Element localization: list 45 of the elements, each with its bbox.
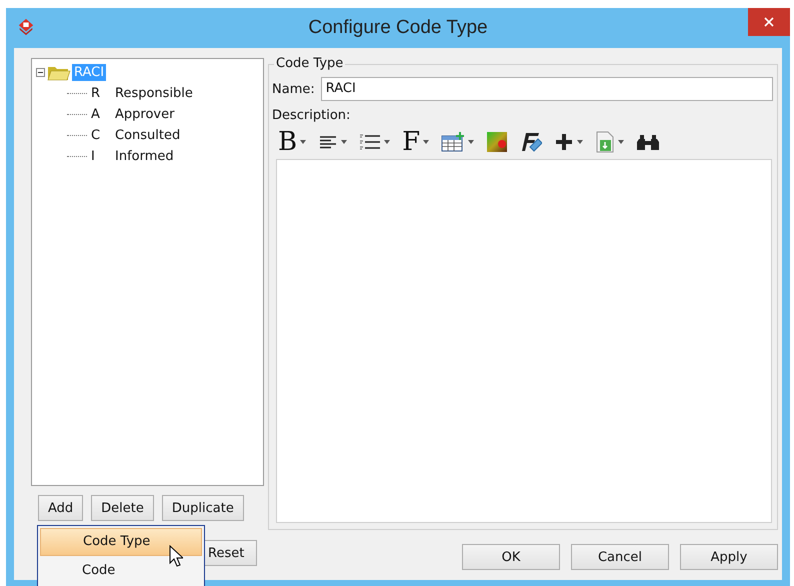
caret-icon[interactable] bbox=[300, 140, 306, 144]
dialog-button[interactable]: Apply bbox=[680, 544, 778, 570]
clear-format-icon[interactable] bbox=[520, 131, 542, 153]
font-style-button[interactable]: B bbox=[278, 128, 298, 156]
tree-item[interactable]: Consulted bbox=[113, 127, 182, 144]
color-picker-icon[interactable] bbox=[486, 131, 508, 153]
caret-icon[interactable] bbox=[618, 140, 624, 144]
plus-icon[interactable] bbox=[554, 132, 574, 152]
code-letter: R bbox=[91, 86, 102, 101]
collapse-icon[interactable] bbox=[36, 68, 45, 77]
app-logo-icon bbox=[17, 18, 35, 36]
code-letter: A bbox=[91, 107, 101, 122]
code-letter: I bbox=[91, 149, 96, 164]
caret-icon[interactable] bbox=[423, 140, 430, 144]
list-icon[interactable] bbox=[359, 133, 382, 151]
binoculars-icon[interactable] bbox=[636, 133, 660, 151]
tree-button[interactable]: Add bbox=[38, 495, 84, 521]
name-label: Name: bbox=[272, 82, 315, 96]
caret-icon[interactable] bbox=[341, 140, 348, 144]
reset-button[interactable]: Reset bbox=[203, 540, 257, 566]
align-icon[interactable] bbox=[318, 134, 338, 150]
group-title: Code Type bbox=[274, 56, 346, 71]
tree-button[interactable]: Delete bbox=[91, 495, 154, 521]
font-style-button[interactable]: F bbox=[402, 128, 420, 156]
name-field[interactable]: RACI bbox=[320, 77, 773, 101]
dialog-button[interactable]: OK bbox=[462, 544, 560, 570]
tree-item[interactable]: Approver bbox=[113, 106, 176, 123]
description-label: Description: bbox=[272, 108, 352, 123]
code-letter: C bbox=[91, 128, 102, 143]
caret-icon[interactable] bbox=[384, 140, 390, 144]
close-icon[interactable] bbox=[764, 17, 774, 27]
menu-item[interactable]: Code Type bbox=[40, 528, 202, 556]
tree-item[interactable]: Informed bbox=[113, 148, 176, 165]
tree-button[interactable]: Duplicate bbox=[162, 495, 244, 521]
close-button[interactable] bbox=[748, 8, 790, 36]
caret-icon[interactable] bbox=[577, 140, 584, 144]
cursor-icon bbox=[169, 545, 183, 567]
window-title: Configure Code Type bbox=[308, 17, 488, 39]
table-icon[interactable] bbox=[441, 132, 466, 152]
dialog-button[interactable]: Cancel bbox=[571, 544, 669, 570]
menu-item[interactable]: Code bbox=[40, 557, 202, 585]
folder-icon bbox=[47, 64, 71, 80]
tree-item[interactable]: Responsible bbox=[113, 85, 195, 102]
document-icon[interactable] bbox=[595, 131, 616, 153]
caret-icon[interactable] bbox=[468, 140, 474, 144]
